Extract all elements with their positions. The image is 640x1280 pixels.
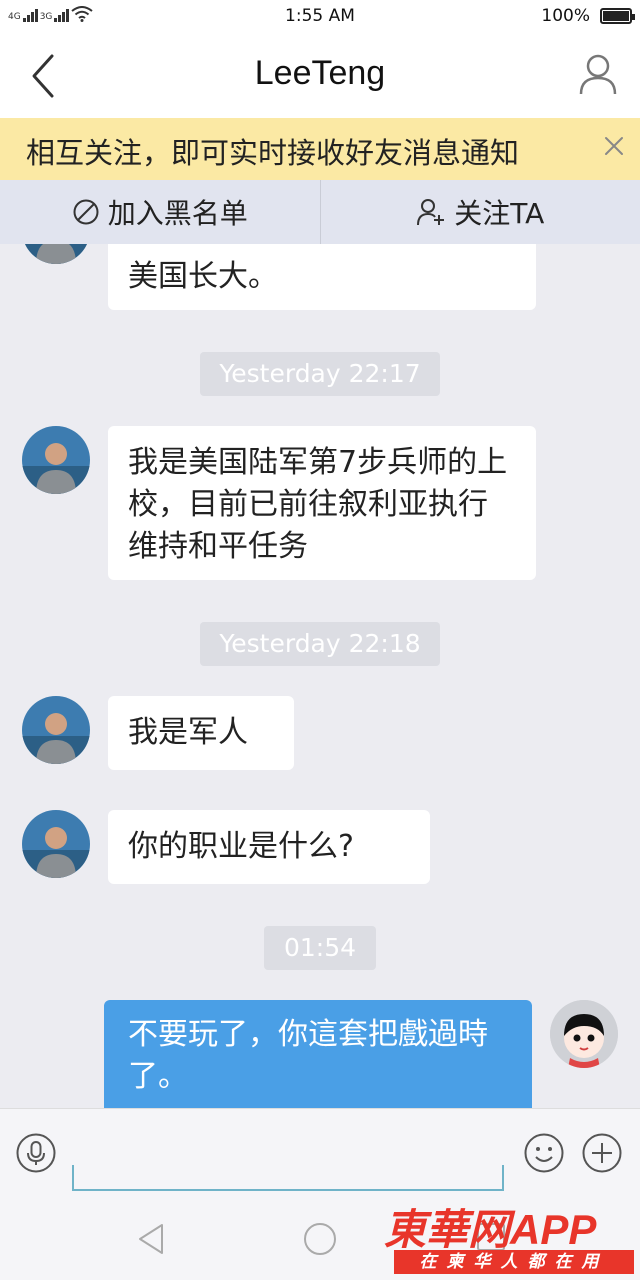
timestamp: Yesterday 22:18: [200, 622, 440, 666]
message-bubble-incoming[interactable]: 我是美国陆军第7步兵师的上校，目前已前往叙利亚执行维持和平任务: [108, 426, 536, 580]
battery-icon: [600, 8, 635, 24]
message-bubble-outgoing[interactable]: 不要玩了，你這套把戲過時了。: [104, 1000, 532, 1108]
status-bar: 4G 3G 1:55 AM 100%: [0, 0, 640, 34]
profile-button[interactable]: [578, 52, 618, 96]
timestamp: 01:54: [264, 926, 376, 970]
emoji-button[interactable]: [524, 1133, 564, 1173]
user-profile-icon: [579, 54, 617, 95]
contact-avatar[interactable]: [22, 426, 90, 494]
voice-button[interactable]: [16, 1133, 56, 1173]
battery-percent: 100%: [541, 6, 590, 26]
watermark-logo: 東華网APP 在柬华人都在用: [384, 1196, 640, 1280]
action-row: 加入黑名单 关注TA: [0, 180, 640, 244]
chat-title: LeeTeng: [254, 54, 386, 92]
notice-text: 相互关注，即可实时接收好友消息通知: [26, 136, 520, 170]
contact-avatar[interactable]: [22, 810, 90, 878]
block-label: 加入黑名单: [107, 197, 248, 230]
block-icon: [73, 199, 99, 225]
contact-avatar[interactable]: [22, 244, 90, 264]
nav-home-icon[interactable]: [303, 1222, 337, 1256]
message-text: 我是军人: [128, 715, 248, 750]
watermark-brand: 東華网APP: [384, 1206, 597, 1253]
contact-photo: [22, 696, 90, 764]
message-text: 不要玩了，你這套把戲過時了。: [128, 1017, 488, 1094]
follow-button[interactable]: 关注TA: [321, 180, 640, 244]
contact-photo: [22, 426, 90, 494]
watermark-slogan: 在柬华人都在用: [394, 1250, 634, 1274]
nav-back-icon[interactable]: [136, 1222, 166, 1256]
timestamp: Yesterday 22:17: [200, 352, 440, 396]
message-text: 我是美国陆军第7步兵师的上校，目前已前往叙利亚执行维持和平任务: [128, 445, 508, 564]
my-avatar[interactable]: [550, 1000, 618, 1068]
input-bar: [0, 1108, 640, 1201]
smiley-icon: [524, 1133, 564, 1173]
message-bubble-incoming[interactable]: 你的职业是什么?: [108, 810, 430, 884]
microphone-icon: [16, 1133, 56, 1173]
message-bubble-incoming[interactable]: 我是军人: [108, 696, 294, 770]
close-icon: [605, 137, 623, 155]
cartoon-girl-icon: [550, 1000, 618, 1068]
contact-photo: [22, 810, 90, 878]
more-button[interactable]: [582, 1133, 622, 1173]
contact-photo: [22, 244, 90, 264]
title-bar: LeeTeng: [0, 34, 640, 118]
plus-icon: [582, 1133, 622, 1173]
chat-area[interactable]: 美国长大。 Yesterday 22:17 我是美国陆军第7步兵师的上校，目前已…: [0, 244, 640, 1108]
message-input[interactable]: [72, 1165, 504, 1191]
follow-label: 关注TA: [454, 197, 545, 230]
follow-notice-banner: 相互关注，即可实时接收好友消息通知: [0, 118, 640, 180]
message-text: 你的职业是什么?: [128, 829, 354, 864]
add-user-icon: [417, 199, 445, 226]
block-button[interactable]: 加入黑名单: [0, 180, 320, 244]
message-bubble-incoming[interactable]: 美国长大。: [108, 244, 536, 310]
contact-avatar[interactable]: [22, 696, 90, 764]
message-text: 美国长大。: [128, 259, 278, 294]
notice-close-button[interactable]: [600, 132, 628, 160]
